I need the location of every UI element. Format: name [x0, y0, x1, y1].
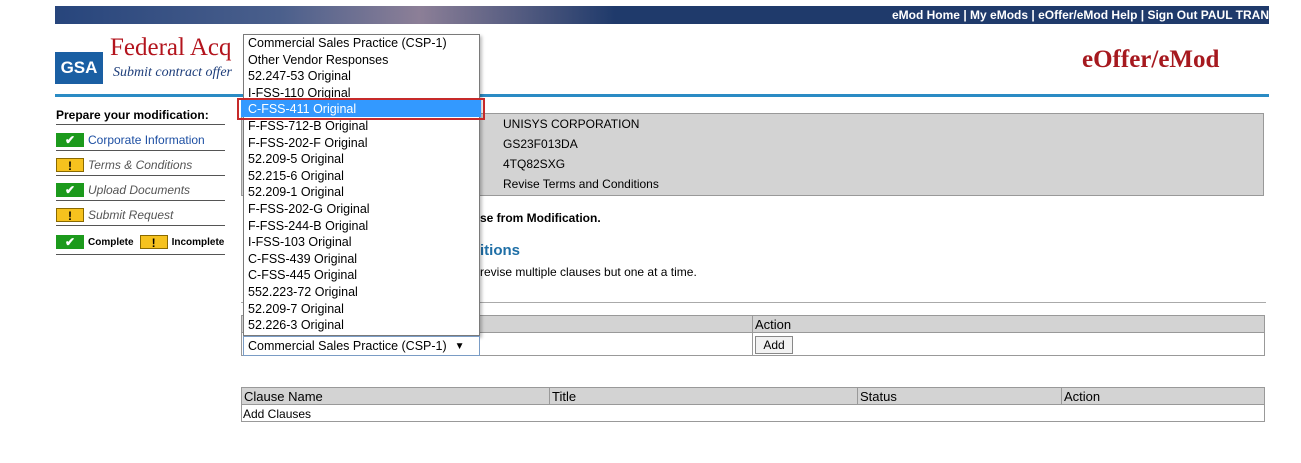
dropdown-option[interactable]: I-FSS-103 Original — [248, 234, 352, 250]
dropdown-option[interactable]: F-FSS-202-F Original — [248, 135, 367, 151]
dropdown-options: Commercial Sales Practice (CSP-1) Other V… — [244, 35, 479, 335]
status-header: Status — [860, 389, 897, 404]
dropdown-option[interactable]: 52.226-3 Original — [248, 317, 344, 333]
modification-type: Revise Terms and Conditions — [503, 177, 659, 191]
dropdown-option[interactable]: 52.209-7 Original — [248, 301, 344, 317]
empty-clauses-text: Add Clauses — [243, 407, 312, 421]
contract-number: GS23F013DA — [503, 137, 578, 151]
sidebar-title: Prepare your modification: — [56, 108, 209, 122]
sidebar-divider — [56, 124, 225, 125]
warning-icon: ! — [56, 158, 84, 173]
warning-icon: ! — [56, 208, 84, 223]
nav-separator: | — [1137, 8, 1148, 22]
dropdown-option[interactable]: C-FSS-439 Original — [248, 251, 357, 267]
modification-id: 4TQ82SXG — [503, 157, 566, 171]
action-header: Action — [1064, 389, 1101, 404]
sidebar-divider — [56, 150, 225, 151]
sidebar-item-label[interactable]: Terms & Conditions — [88, 158, 192, 172]
sidebar-item-corporate-information[interactable]: ✔ Corporate Information — [56, 130, 205, 150]
help-link[interactable]: eOffer/eMod Help — [1038, 8, 1137, 22]
sidebar-divider — [56, 200, 225, 201]
sidebar-divider — [56, 225, 225, 226]
check-icon: ✔ — [56, 235, 84, 249]
company-name: UNISYS CORPORATION — [503, 117, 640, 131]
dropdown-option[interactable]: 52.209-5 Original — [248, 151, 344, 167]
dropdown-option[interactable]: F-FSS-202-G Original — [248, 201, 370, 217]
dropdown-option[interactable]: 52.209-1 Original — [248, 184, 344, 200]
column-divider — [1061, 388, 1062, 404]
dropdown-option[interactable]: Other Vendor Responses — [248, 52, 388, 68]
column-divider — [549, 388, 550, 404]
emod-home-link[interactable]: eMod Home — [892, 8, 960, 22]
nav-separator: | — [959, 8, 971, 22]
check-icon: ✔ — [56, 183, 84, 197]
chevron-down-icon: ▼ — [454, 340, 465, 352]
sidebar-item-label[interactable]: Upload Documents — [88, 183, 190, 197]
add-clause-button[interactable]: Add — [755, 336, 793, 354]
dropdown-option[interactable]: F-FSS-712-B Original — [248, 118, 368, 134]
my-emods-link[interactable]: My eMods — [970, 8, 1028, 22]
top-nav-links: eMod Home | My eMods | eOffer/eMod Help … — [892, 8, 1269, 22]
sidebar-item-terms-conditions[interactable]: ! Terms & Conditions — [56, 155, 192, 175]
sidebar-item-label[interactable]: Corporate Information — [88, 133, 205, 147]
action-column-header: Action — [755, 317, 792, 332]
clause-table-header: Clause Name Title Status Action — [241, 387, 1265, 405]
column-divider — [857, 388, 858, 404]
highlight-annotation-box — [237, 98, 485, 120]
clause-table-row — [241, 405, 1265, 422]
sidebar-divider — [56, 175, 225, 176]
legend-incomplete: Incomplete — [171, 236, 225, 248]
section-note: revise multiple clauses but one at a tim… — [480, 265, 697, 279]
top-nav-bar: eMod Home | My eMods | eOffer/eMod Help … — [55, 6, 1269, 24]
app-title: eOffer/eMod — [1082, 46, 1220, 73]
sidebar-divider — [56, 254, 225, 255]
sign-out-link[interactable]: Sign Out PAUL TRAN — [1147, 8, 1269, 22]
status-legend: ✔ Complete ! Incomplete — [56, 232, 224, 252]
sidebar-item-upload-documents[interactable]: ✔ Upload Documents — [56, 180, 190, 200]
dropdown-option[interactable]: 552.223-72 Original — [248, 284, 358, 300]
column-divider — [752, 315, 753, 356]
nav-separator: | — [1028, 8, 1039, 22]
warning-icon: ! — [139, 235, 168, 250]
sidebar-item-label[interactable]: Submit Request — [88, 208, 173, 222]
check-icon: ✔ — [56, 133, 84, 147]
site-subtitle: Submit contract offer — [113, 65, 232, 80]
dropdown-option[interactable]: 52.215-6 Original — [248, 168, 344, 184]
dropdown-option[interactable]: C-FSS-445 Original — [248, 267, 357, 283]
clause-select[interactable]: Commercial Sales Practice (CSP-1) ▼ — [243, 336, 480, 356]
sidebar-item-submit-request[interactable]: ! Submit Request — [56, 205, 173, 225]
section-title: itions — [480, 242, 520, 259]
remove-clause-note: se from Modification. — [480, 211, 601, 225]
dropdown-option[interactable]: Commercial Sales Practice (CSP-1) — [248, 35, 447, 51]
selected-option: Commercial Sales Practice (CSP-1) — [248, 339, 447, 353]
flag-banner — [55, 6, 615, 24]
title-header: Title — [552, 389, 577, 404]
dropdown-option[interactable]: F-FSS-244-B Original — [248, 218, 368, 234]
gsa-logo: GSA — [55, 52, 103, 84]
legend-complete: Complete — [88, 236, 134, 248]
dropdown-option[interactable]: 52.247-53 Original — [248, 68, 351, 84]
header-divider — [55, 94, 1269, 97]
clause-name-header: Clause Name — [244, 389, 323, 404]
site-title: Federal Acq — [110, 34, 232, 61]
